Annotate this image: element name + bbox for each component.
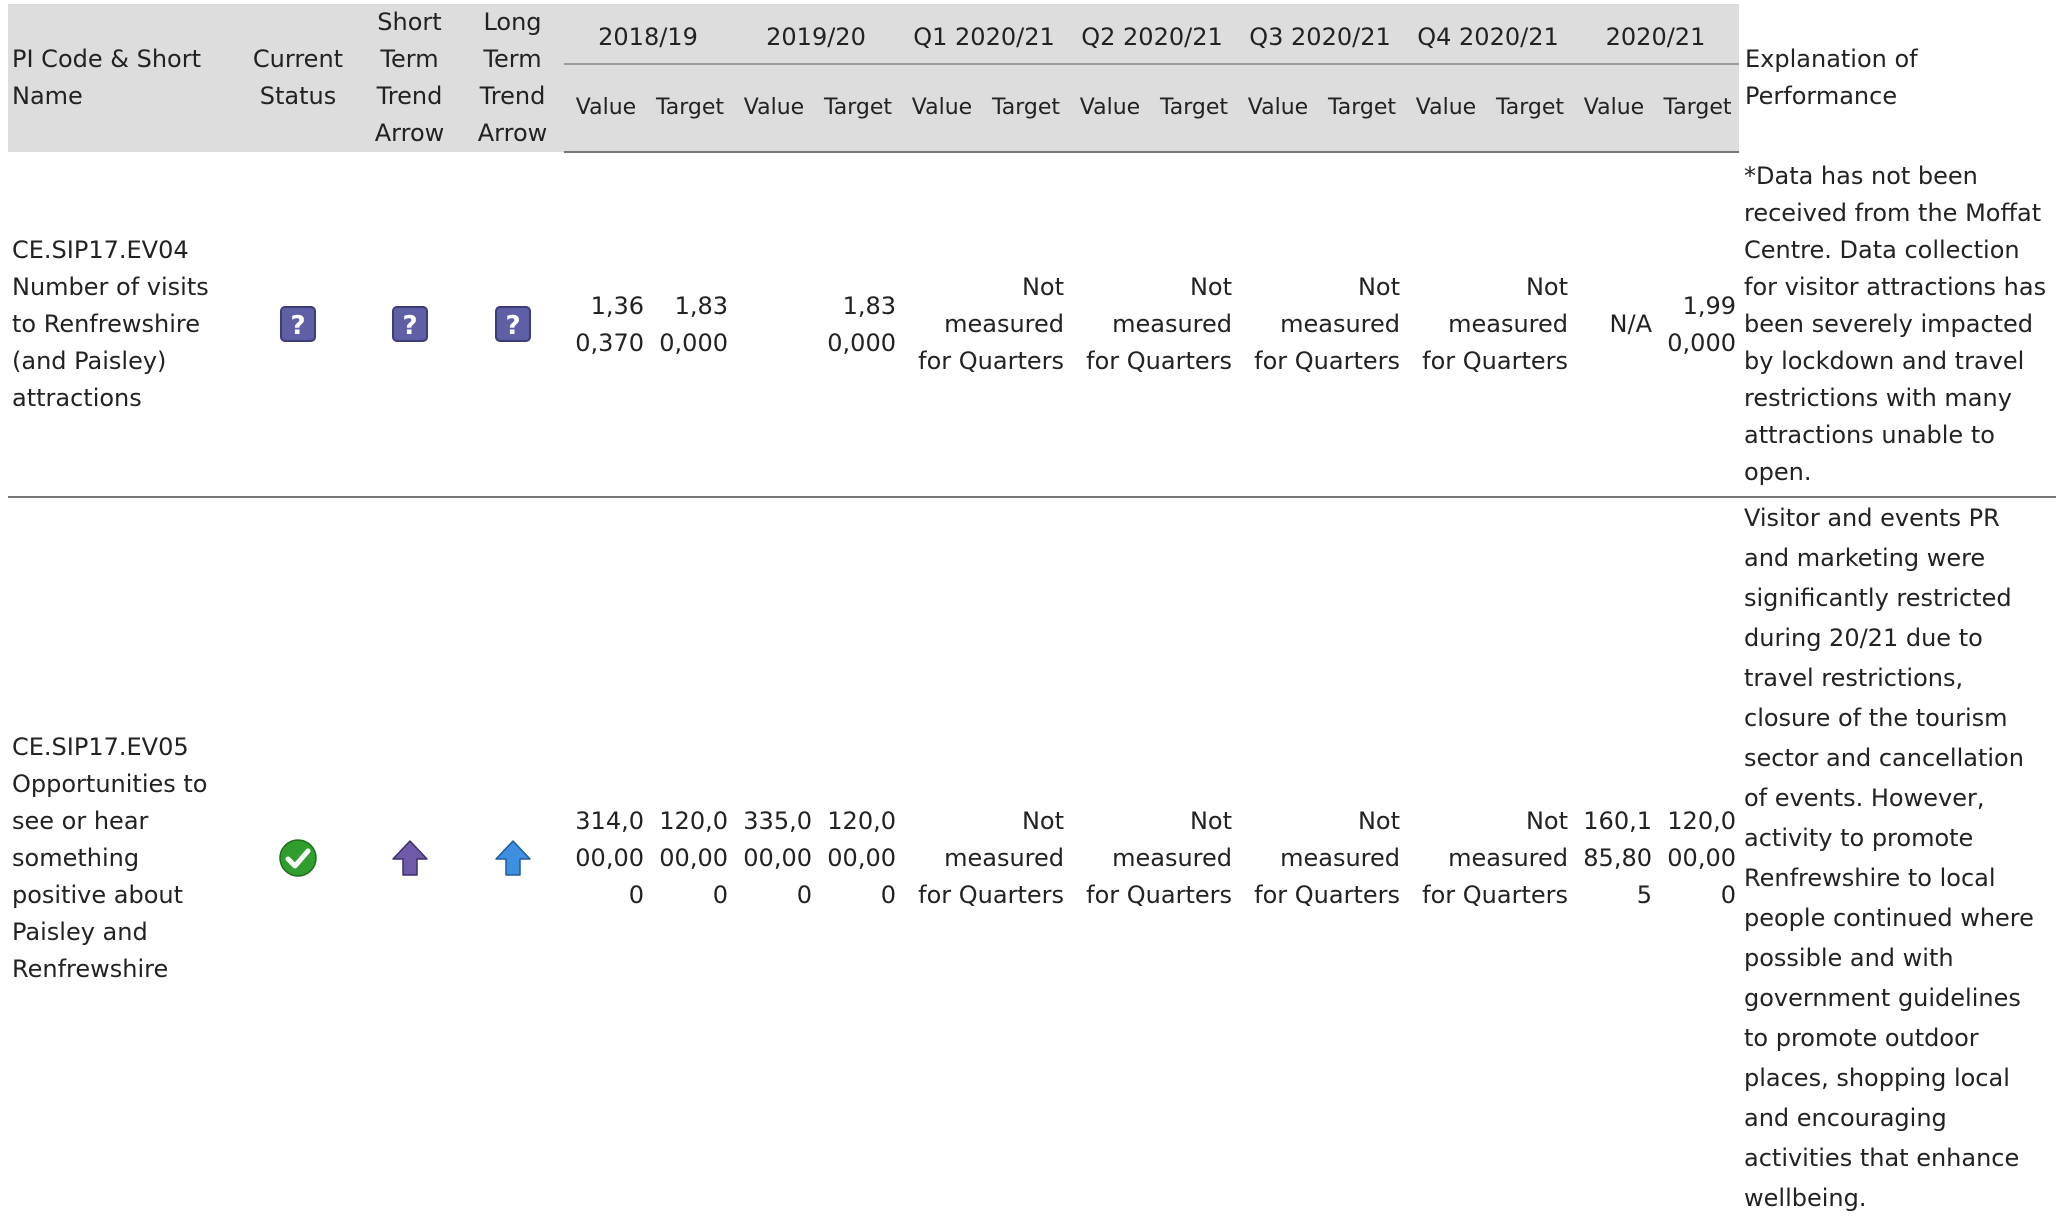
quarter-cell: Not measured for Quarters bbox=[1086, 806, 1232, 909]
svg-text:?: ? bbox=[290, 311, 305, 341]
quarter-cell: Not measured for Quarters bbox=[1068, 152, 1236, 498]
value-cell: 1,360,370 bbox=[564, 152, 648, 498]
pi-code-name-cell: CE.SIP17.EV05 Opportunities to see or he… bbox=[8, 497, 238, 1218]
quarter-cell: Not measured for Quarters bbox=[918, 806, 1064, 909]
target-cell: 1,990,000 bbox=[1656, 152, 1740, 498]
header-value: Value bbox=[1572, 63, 1656, 154]
quarter-cell: Not measured for Quarters bbox=[1236, 152, 1404, 498]
header-short-term-trend: Short Term Trend Arrow bbox=[358, 4, 461, 152]
header-value: Value bbox=[564, 63, 648, 154]
target-cell: 1,830,000 bbox=[648, 152, 732, 498]
header-long-term-trend: Long Term Trend Arrow bbox=[461, 4, 564, 152]
value-cell bbox=[732, 152, 816, 498]
target-cell: 120,000,000 bbox=[659, 806, 728, 909]
header-value: Value bbox=[900, 63, 984, 154]
explanation-cell: *Data has not been received from the Mof… bbox=[1740, 152, 2056, 498]
performance-table: PI Code & Short Name Current Status Shor… bbox=[8, 4, 2056, 1218]
header-period: Q3 2020/21 bbox=[1236, 12, 1404, 65]
short-term-trend-cell bbox=[358, 497, 461, 1218]
unknown-icon: ? bbox=[280, 306, 316, 342]
current-status-cell bbox=[238, 497, 358, 1218]
table-row: CE.SIP17.EV05 Opportunities to see or he… bbox=[8, 497, 2056, 1218]
blue-up-arrow-icon bbox=[494, 840, 531, 876]
header-target: Target bbox=[816, 63, 900, 154]
short-term-trend-cell: ? bbox=[358, 152, 461, 498]
unknown-icon: ? bbox=[391, 306, 428, 342]
svg-text:?: ? bbox=[505, 311, 520, 341]
value-cell: 160,185,805 bbox=[1583, 806, 1652, 909]
header-period: 2019/20 bbox=[732, 12, 900, 65]
purple-up-arrow-icon bbox=[391, 840, 428, 876]
pi-code: CE.SIP17.EV04 bbox=[12, 235, 189, 264]
header-period: Q1 2020/21 bbox=[900, 12, 1068, 65]
value-cell: N/A bbox=[1572, 152, 1656, 498]
table-row: CE.SIP17.EV04 Number of visits to Renfre… bbox=[8, 152, 2056, 498]
target-cell: 120,000,000 bbox=[1667, 806, 1736, 909]
pi-short-name: Opportunities to see or hear something p… bbox=[12, 769, 208, 983]
header-value: Value bbox=[1404, 63, 1488, 154]
header-pi-code: PI Code & Short Name bbox=[8, 4, 238, 152]
header-period: Q4 2020/21 bbox=[1404, 12, 1572, 65]
header-period: 2018/19 bbox=[564, 12, 732, 65]
unknown-icon: ? bbox=[494, 306, 531, 342]
header-period: 2020/21 bbox=[1572, 12, 1740, 65]
value-cell: 314,000,000 bbox=[575, 806, 644, 909]
svg-text:?: ? bbox=[402, 311, 417, 341]
header-target: Target bbox=[1152, 63, 1236, 154]
explanation-cell: Visitor and events PR and marketing were… bbox=[1744, 504, 2034, 1212]
green-check-icon bbox=[279, 839, 317, 877]
header-target: Target bbox=[984, 63, 1068, 154]
target-cell: 1,830,000 bbox=[816, 152, 900, 498]
value-cell: 335,000,000 bbox=[743, 806, 812, 909]
quarter-cell: Not measured for Quarters bbox=[900, 152, 1068, 498]
header-target: Target bbox=[1488, 63, 1572, 154]
header-current-status: Current Status bbox=[238, 4, 358, 152]
pi-code: CE.SIP17.EV05 bbox=[12, 732, 189, 761]
quarter-cell: Not measured for Quarters bbox=[1404, 152, 1572, 498]
quarter-cell: Not measured for Quarters bbox=[1422, 806, 1568, 909]
target-cell: 120,000,000 bbox=[827, 806, 896, 909]
pi-code-name-cell: CE.SIP17.EV04 Number of visits to Renfre… bbox=[8, 152, 238, 498]
long-term-trend-cell: ? bbox=[461, 152, 564, 498]
header-explanation: Explanation of Performance bbox=[1739, 4, 2056, 152]
header-period: Q2 2020/21 bbox=[1068, 12, 1236, 65]
header-value: Value bbox=[732, 63, 816, 154]
quarter-cell: Not measured for Quarters bbox=[1254, 806, 1400, 909]
long-term-trend-cell bbox=[461, 497, 564, 1218]
header-spacer bbox=[564, 4, 1740, 13]
header-target: Target bbox=[648, 63, 732, 154]
header-value: Value bbox=[1068, 63, 1152, 154]
current-status-cell: ? bbox=[238, 152, 358, 498]
header-target: Target bbox=[1320, 63, 1404, 154]
header-target: Target bbox=[1656, 63, 1740, 154]
header-value: Value bbox=[1236, 63, 1320, 154]
pi-short-name: Number of visits to Renfrewshire (and Pa… bbox=[12, 272, 209, 412]
